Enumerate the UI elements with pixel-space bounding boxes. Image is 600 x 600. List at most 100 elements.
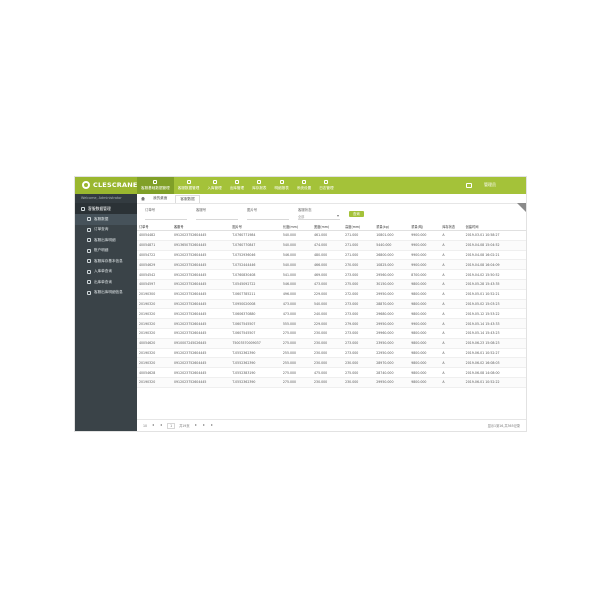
table-cell: 9900.000 <box>409 240 441 251</box>
image-number-filter: 图片号 <box>247 207 289 220</box>
search-button[interactable]: 查询 <box>349 211 364 217</box>
table-row[interactable]: 20190300 0912023752604445 T-0607785211 496.… <box>137 289 526 300</box>
settings-icon[interactable] <box>466 182 472 188</box>
table-cell: 29950.000 <box>374 377 410 388</box>
table-cell: 0912023752604445 <box>172 357 231 369</box>
sidebar-item-outbound-detail-info[interactable]: 客服出库明细信息 <box>75 288 137 299</box>
nav-item-data-management[interactable]: 客服数据管理 <box>174 177 204 194</box>
gear-icon <box>87 290 91 295</box>
top-navigation-bar: CLESCRANE 客服基础数据管理 客服数据管理 入库管理 出库管理 库存报表 <box>75 177 526 194</box>
refresh-icon[interactable] <box>210 424 214 428</box>
grid-icon <box>87 259 91 264</box>
nav-item-inventory-report[interactable]: 库存报表 <box>248 177 270 194</box>
sidebar-item-order-query[interactable]: 订单查询 <box>75 225 137 236</box>
table-cell: 10825.000 <box>374 259 410 271</box>
table-cell: 29950.000 <box>374 289 410 300</box>
table-row[interactable]: 20190320 0912023752604445 T-0552362390 275.… <box>137 377 526 388</box>
column-header[interactable]: 高度(mm) <box>343 222 375 231</box>
nav-item-settings[interactable]: 系统设置 <box>293 177 315 194</box>
table-cell: A <box>440 279 464 290</box>
sidebar-item-inbound-query[interactable]: 入库单查询 <box>75 267 137 278</box>
sidebar-item-outbound-query[interactable]: 出库单查询 <box>75 277 137 288</box>
table-cell: 9800.000 <box>409 299 441 310</box>
sidebar-item-label: 客服数据 <box>94 216 109 221</box>
tab-service-data[interactable]: 客服数据 <box>175 194 200 203</box>
table-row[interactable]: 20190320 0912023752604445 T-0552362390 255.… <box>137 348 526 359</box>
next-page-icon[interactable] <box>194 424 198 428</box>
table-cell: 0912023752604445 <box>172 230 231 241</box>
table-row[interactable]: 20190320 0912023752604445 T-0607545507 275.… <box>137 328 526 339</box>
table-cell: 273.000 <box>343 308 375 320</box>
home-icon[interactable] <box>141 196 145 201</box>
sidebar-item-account-detail[interactable]: 账户明细 <box>75 246 137 257</box>
nav-item-outbound[interactable]: 出库管理 <box>226 177 248 194</box>
first-page-icon[interactable] <box>151 424 155 428</box>
table-cell: 20190320 <box>137 377 172 388</box>
nav-item-detail-report[interactable]: 明细报表 <box>270 177 292 194</box>
sidebar-item-service-data[interactable]: 客服数据 <box>75 214 137 225</box>
column-header[interactable]: 长度(mm) <box>280 222 313 231</box>
user-menu[interactable]: 管理员 <box>484 182 496 188</box>
table-cell: 40054620 <box>137 338 172 349</box>
column-header[interactable]: 创建时间 <box>463 222 526 231</box>
table-row[interactable]: 40054620 0910007245026445 75003570009037 27… <box>137 338 526 349</box>
column-header[interactable]: 图片号 <box>230 222 281 231</box>
prev-page-icon[interactable] <box>159 424 163 428</box>
table-row[interactable]: 40054597 0912023752604445 T-0545092722 546.… <box>137 279 526 290</box>
order-number-input[interactable] <box>145 214 187 220</box>
column-header[interactable]: 客服号 <box>172 222 231 231</box>
nav-item-base-data[interactable]: 客服基础数据管理 <box>137 177 174 194</box>
current-page-input[interactable]: 1 <box>167 422 176 429</box>
table-row[interactable]: 40054542 0912023752604445 T-0760830408 541.… <box>137 269 526 280</box>
table-row[interactable]: 20190320 0912023752604445 T-0552362390 255.… <box>137 357 526 369</box>
table-cell: 229.000 <box>312 289 344 300</box>
sidebar-section-header[interactable]: 客服数据管理 <box>75 203 137 214</box>
image-number-input[interactable] <box>247 214 289 220</box>
sidebar-item-inventory-info[interactable]: 客服库存基本信息 <box>75 256 137 267</box>
table-row[interactable]: 40054629 0912023752604445 T-0752444446 540.… <box>137 259 526 271</box>
table-cell: 230.000 <box>312 338 344 349</box>
table-cell: 271.000 <box>343 250 375 261</box>
nav-item-logs[interactable]: 日志管理 <box>315 177 337 194</box>
edit-icon <box>186 180 191 184</box>
table-cell: 273.000 <box>343 328 375 339</box>
table-cell: 0912023752604445 <box>172 289 231 300</box>
column-header[interactable]: 重量(吨) <box>409 222 441 231</box>
table-cell: A <box>440 328 464 339</box>
table-cell: 0912023752604445 <box>172 377 231 388</box>
table-cell: 0912023752604445 <box>172 279 231 290</box>
table-row[interactable]: 20190320 0912023752604445 T-0950020008 473.… <box>137 299 526 310</box>
status-select[interactable]: 全部 <box>298 214 340 220</box>
table-cell: T-0752936046 <box>230 250 281 261</box>
page-size-select[interactable]: 10 <box>143 424 147 428</box>
table-cell: 0913650752604445 <box>172 240 231 251</box>
table-cell: 273.000 <box>343 269 375 280</box>
main-nav: 客服基础数据管理 客服数据管理 入库管理 出库管理 库存报表 明细报表 系统设置… <box>137 177 338 194</box>
table-row[interactable]: 40054722 0912023752604445 T-0752936046 546.… <box>137 250 526 261</box>
nav-item-inbound[interactable]: 入库管理 <box>203 177 225 194</box>
column-header[interactable]: 宽度(mm) <box>312 222 344 231</box>
grid-icon <box>234 180 239 184</box>
column-header[interactable]: 订单号 <box>137 222 172 231</box>
last-page-icon[interactable] <box>202 424 206 428</box>
table-body: 40054482 0912023752604445 T-0760771984 540.… <box>137 230 526 388</box>
tab-home[interactable]: 我的桌面 <box>149 195 171 202</box>
table-row[interactable]: 40054871 0913650752604445 T-0760770847 540.… <box>137 240 526 251</box>
service-number-input[interactable] <box>196 214 238 220</box>
truck-icon <box>257 180 262 184</box>
table-cell: 540.000 <box>280 230 313 241</box>
table-cell: 473.000 <box>280 308 313 320</box>
column-header[interactable]: 重量(kg) <box>374 222 410 231</box>
table-row[interactable]: 20190320 0912023752604445 T-0606370880 473.… <box>137 308 526 320</box>
table-cell: 9900.000 <box>409 318 441 329</box>
status-select-value: 全部 <box>298 215 305 219</box>
nav-item-label: 明细报表 <box>274 186 289 190</box>
table-row[interactable]: 20190320 0912023752604445 T-0607545507 555.… <box>137 318 526 329</box>
table-row[interactable]: 40054482 0912023752604445 T-0760771984 540.… <box>137 230 526 241</box>
table-cell: 461.000 <box>312 230 344 241</box>
column-header[interactable]: 库存状态 <box>440 222 464 231</box>
table-row[interactable]: 40054628 0912023752604445 T-0552383190 275.… <box>137 367 526 378</box>
nav-item-label: 客服数据管理 <box>177 186 200 190</box>
table-cell: 275.000 <box>280 377 313 388</box>
sidebar-item-outbound-detail[interactable]: 客服出库明细 <box>75 235 137 246</box>
